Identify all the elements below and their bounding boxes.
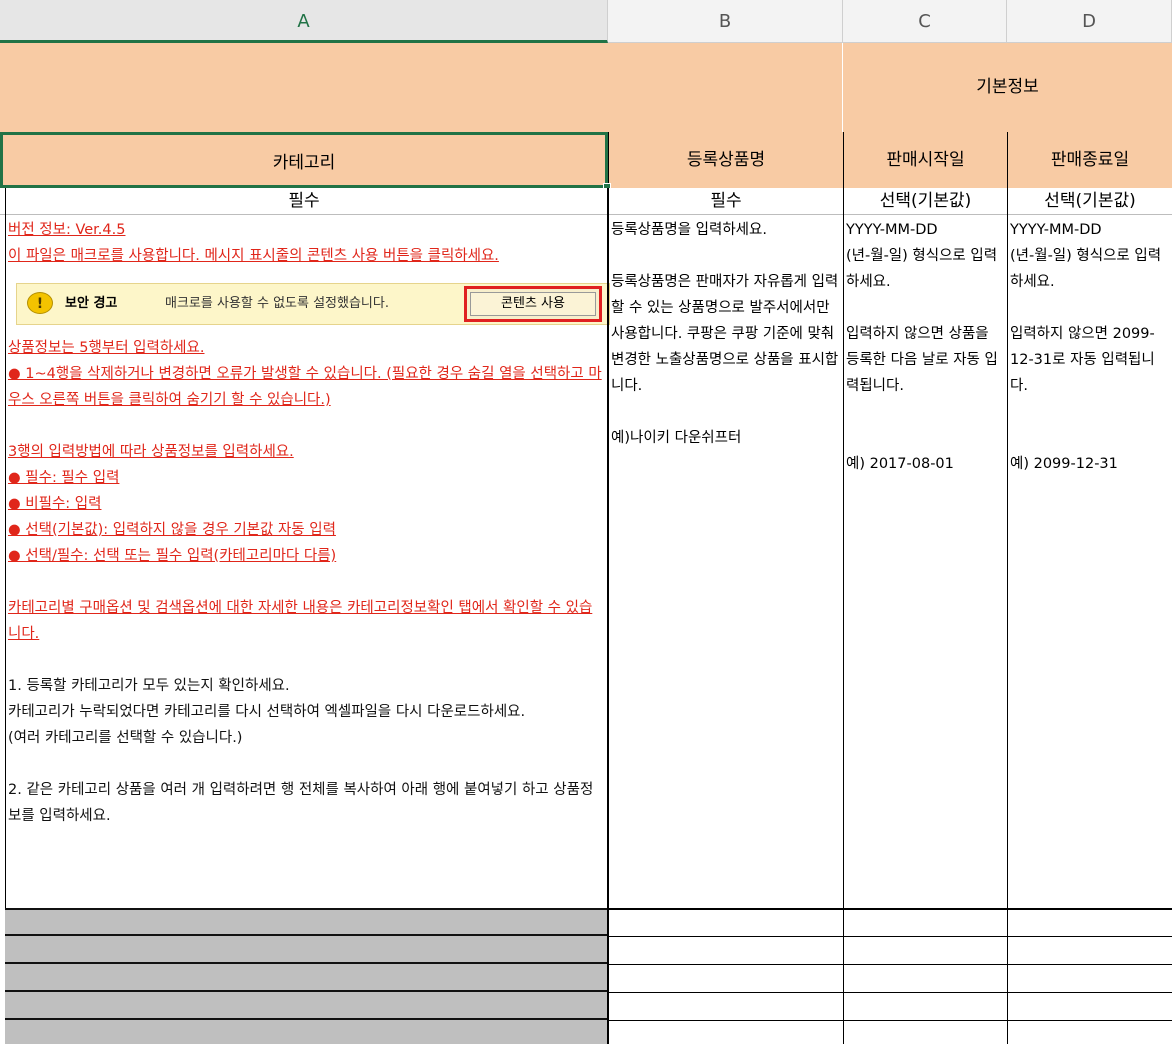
empty-row-cell[interactable] <box>5 936 607 964</box>
step1-line: 1. 등록할 카테고리가 모두 있는지 확인하세요. <box>8 678 290 694</box>
grid-line <box>843 188 844 1044</box>
step2-text: 2. 같은 카테고리 상품을 여러 개 입력하려면 행 전체를 복사하여 아래 … <box>8 782 594 824</box>
start-date-default-note: 입력하지 않으면 상품을 등록한 다음 날로 자동 입력됩니다. <box>846 326 998 394</box>
header-product-name[interactable]: 등록상품명 <box>608 132 843 188</box>
input-intro: 3행의 입력방법에 따라 상품정보를 입력하세요. <box>8 444 294 460</box>
security-warning-message: 매크로를 사용할 수 없도록 설정했습니다. <box>165 296 389 311</box>
warning-icon: ! <box>27 292 53 314</box>
row-warning: ● 1~4행을 삭제하거나 변경하면 오류가 발생할 수 있습니다. (필요한 … <box>8 366 602 408</box>
cell-c5-description[interactable]: YYYY-MM-DD (년-월-일) 형식으로 입력하세요. 입력하지 않으면 … <box>846 217 1004 477</box>
empty-row-cell[interactable] <box>5 908 607 936</box>
req-sale-start[interactable]: 선택(기본값) <box>843 188 1007 215</box>
empty-row-cell[interactable] <box>5 992 607 1020</box>
req-product-name[interactable]: 필수 <box>608 188 843 215</box>
column-header-d[interactable]: D <box>1007 0 1172 43</box>
start-date-example: 예) 2017-08-01 <box>846 456 954 472</box>
version-text: 버전 정보: Ver.4.5 <box>8 222 126 238</box>
start-date-format: YYYY-MM-DD <box>846 222 938 238</box>
product-name-instruction: 등록상품명을 입력하세요. <box>611 222 767 238</box>
column-header-b[interactable]: B <box>608 0 843 43</box>
end-date-format-note: (년-월-일) 형식으로 입력하세요. <box>1010 248 1162 290</box>
row5-notice: 상품정보는 5행부터 입력하세요. <box>8 340 205 356</box>
product-name-explanation: 등록상품명은 판매자가 자유롭게 입력할 수 있는 상품명으로 발주서에서만 사… <box>611 274 839 394</box>
header-category[interactable]: 카테고리 <box>0 132 608 188</box>
input-rule: ● 선택/필수: 선택 또는 필수 입력(카테고리마다 다름) <box>8 548 337 564</box>
column-header-a[interactable]: A <box>0 0 608 43</box>
req-sale-end[interactable]: 선택(기본값) <box>1007 188 1172 215</box>
header-sale-end[interactable]: 판매종료일 <box>1007 132 1172 188</box>
input-rule: ● 선택(기본값): 입력하지 않을 경우 기본값 자동 입력 <box>8 522 336 538</box>
empty-row-cell[interactable] <box>5 964 607 992</box>
grid-line <box>609 964 1172 965</box>
step1-line: (여러 카테고리를 선택할 수 있습니다.) <box>8 730 243 746</box>
end-date-format: YYYY-MM-DD <box>1010 222 1102 238</box>
enable-content-button[interactable]: 콘텐츠 사용 <box>464 286 602 322</box>
grid-line <box>609 1020 1172 1021</box>
step1-line: 카테고리가 누락되었다면 카테고리를 다시 선택하여 엑셀파일을 다시 다운로드… <box>8 704 526 720</box>
header-sale-start[interactable]: 판매시작일 <box>843 132 1007 188</box>
group-header-basic-info[interactable]: 기본정보 <box>843 43 1172 132</box>
grid-line <box>609 908 1172 910</box>
cell-d5-description[interactable]: YYYY-MM-DD (년-월-일) 형식으로 입력하세요. 입력하지 않으면 … <box>1010 217 1168 477</box>
end-date-default-note: 입력하지 않으면 2099-12-31로 자동 입력됩니다. <box>1010 326 1155 394</box>
start-date-format-note: (년-월-일) 형식으로 입력하세요. <box>846 248 998 290</box>
end-date-example: 예) 2099-12-31 <box>1010 456 1118 472</box>
cell-b5-description[interactable]: 등록상품명을 입력하세요. 등록상품명은 판매자가 자유롭게 입력할 수 있는 … <box>611 217 839 451</box>
macro-notice: 이 파일은 매크로를 사용합니다. 메시지 표시줄의 콘텐츠 사용 버튼을 클릭… <box>8 248 499 264</box>
category-note: 카테고리별 구매옵션 및 검색옵션에 대한 자세한 내용은 카테고리정보확인 탭… <box>8 600 593 642</box>
grid-line <box>1007 188 1008 1044</box>
grid-line <box>609 936 1172 937</box>
group-header-empty[interactable] <box>0 43 843 132</box>
grid-line <box>607 188 609 1044</box>
empty-row-cell[interactable] <box>5 1020 607 1044</box>
column-header-c[interactable]: C <box>843 0 1007 43</box>
input-rule: ● 비필수: 입력 <box>8 496 102 512</box>
product-name-example: 예)나이키 다운쉬프터 <box>611 430 742 446</box>
cell-a5-description[interactable]: 버전 정보: Ver.4.5 이 파일은 매크로를 사용합니다. 메시지 표시줄… <box>8 217 610 829</box>
req-category[interactable]: 필수 <box>0 188 608 215</box>
security-warning-bar: ! 보안 경고 매크로를 사용할 수 없도록 설정했습니다. 콘텐츠 사용 <box>16 283 610 325</box>
input-rule: ● 필수: 필수 입력 <box>8 470 120 486</box>
security-warning-title: 보안 경고 <box>65 296 118 311</box>
grid-line <box>609 992 1172 993</box>
